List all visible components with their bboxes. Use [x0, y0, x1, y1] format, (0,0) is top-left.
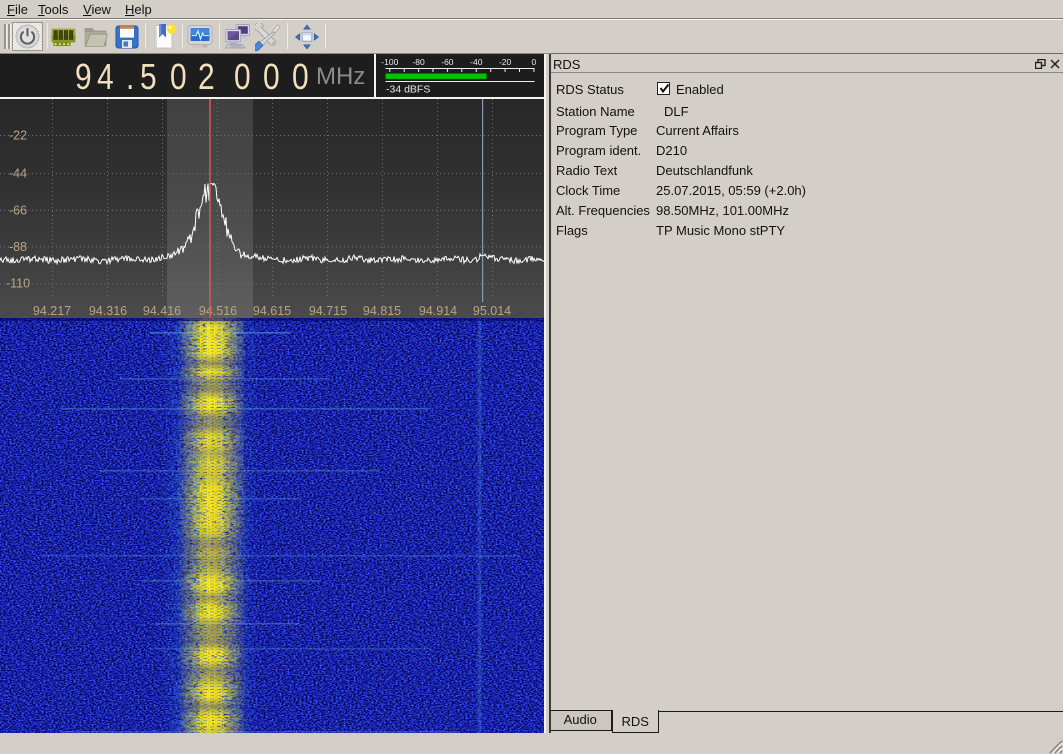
svg-text:-66: -66	[9, 203, 27, 217]
svg-text:94.416: 94.416	[143, 304, 181, 318]
svg-text:-88: -88	[9, 240, 27, 254]
svg-text:-110: -110	[6, 277, 30, 291]
svg-text:94.914: 94.914	[419, 304, 457, 318]
svg-text:-44: -44	[9, 167, 27, 181]
svg-text:94.715: 94.715	[309, 304, 347, 318]
svg-text:0: 0	[532, 57, 537, 67]
svg-text:-34 dBFS: -34 dBFS	[386, 84, 430, 96]
svg-text:-100: -100	[381, 57, 398, 67]
svg-text:-40: -40	[470, 57, 483, 67]
svg-text:-60: -60	[441, 57, 454, 67]
svg-text:94.615: 94.615	[253, 304, 291, 318]
svg-text:94.815: 94.815	[363, 304, 401, 318]
svg-text:-20: -20	[499, 57, 512, 67]
svg-text:95.014: 95.014	[473, 304, 511, 318]
svg-text:94.316: 94.316	[89, 304, 127, 318]
svg-text:94.217: 94.217	[33, 304, 71, 318]
svg-text:94.516: 94.516	[199, 304, 237, 318]
svg-text:-22: -22	[9, 129, 27, 143]
svg-text:-80: -80	[412, 57, 425, 67]
